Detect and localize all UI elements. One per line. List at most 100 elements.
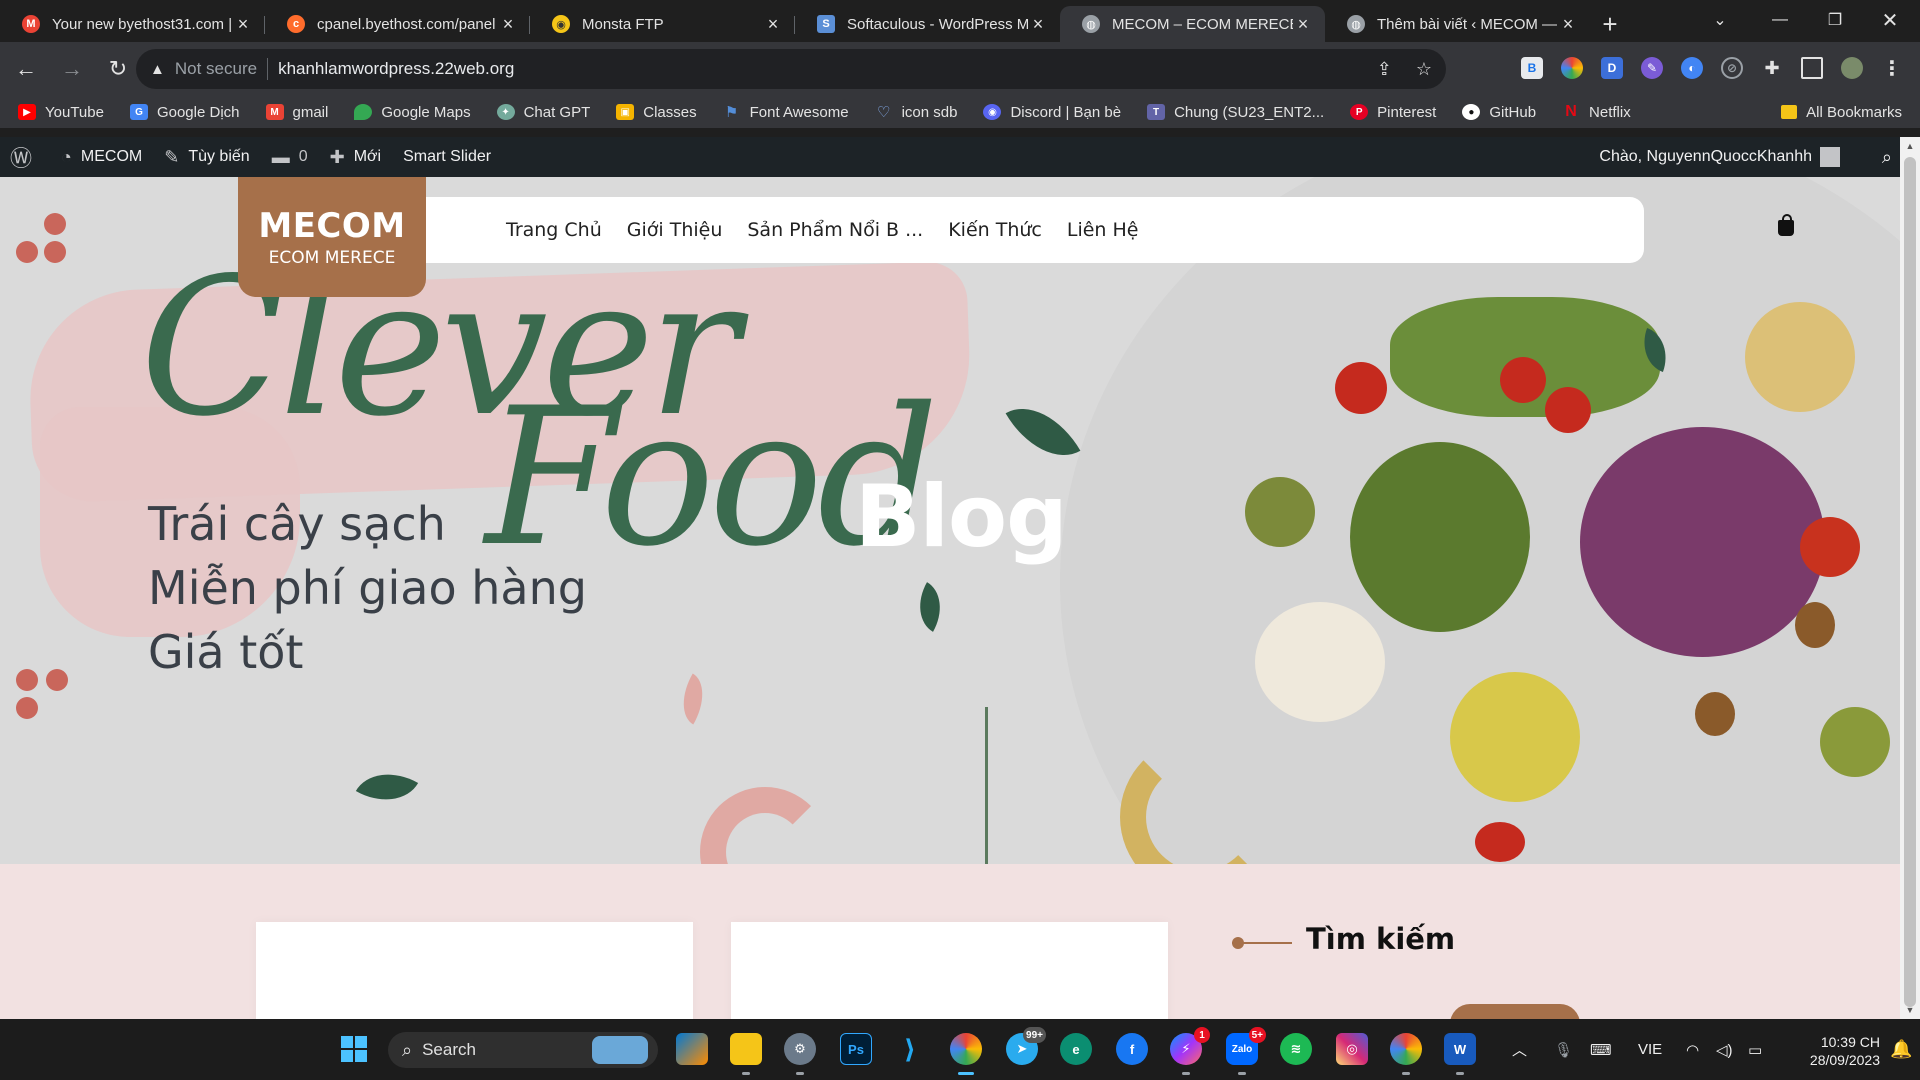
extension-b-icon[interactable]: B (1521, 57, 1543, 79)
bookmark-classes[interactable]: ▣ Classes (616, 104, 697, 121)
tab-mecom[interactable]: ◍ MECOM – ECOM MERECE × (1060, 6, 1325, 42)
bookmark-discord[interactable]: ◉ Discord | Bạn bè (983, 104, 1121, 121)
bookmark-netflix[interactable]: N Netflix (1562, 103, 1630, 121)
menu-icon[interactable]: ⋮ (1881, 57, 1903, 80)
volume-icon[interactable]: ◁) (1716, 1019, 1733, 1080)
nav-san-pham[interactable]: Sản Phẩm Nổi B ... (747, 219, 923, 241)
close-icon[interactable]: × (1293, 14, 1313, 35)
security-label[interactable]: Not secure (175, 59, 257, 79)
minimize-icon[interactable]: — (1750, 0, 1810, 40)
bookmark-github[interactable]: ● GitHub (1462, 104, 1536, 121)
keyboard-icon[interactable]: ⌨ (1590, 1019, 1612, 1080)
scroll-thumb[interactable] (1904, 157, 1916, 1007)
all-bookmarks[interactable]: All Bookmarks (1781, 96, 1902, 128)
copilot-icon[interactable] (676, 1033, 708, 1065)
site-logo[interactable]: MECOM ECOM MERECE (238, 177, 426, 297)
restore-icon[interactable]: ❐ (1805, 0, 1865, 40)
scroll-down-icon[interactable]: ▼ (1900, 1005, 1920, 1015)
clock-time: 10:39 CH (1820, 1034, 1880, 1050)
nav-lien-he[interactable]: Liên Hệ (1067, 219, 1139, 241)
microphone-icon[interactable]: 🎙 (1554, 1019, 1573, 1080)
extension-d-icon[interactable]: D (1601, 57, 1623, 79)
tab-monsta[interactable]: ◉ Monsta FTP × (530, 6, 795, 42)
close-icon[interactable]: × (763, 14, 783, 35)
vscode-icon[interactable]: ⟩ (894, 1033, 926, 1065)
tab-search-icon[interactable]: ⌄ (1690, 0, 1750, 40)
close-icon[interactable]: × (233, 14, 253, 35)
tab-softaculous[interactable]: S Softaculous - WordPress M × (795, 6, 1060, 42)
notification-icon[interactable]: 🔔 (1890, 1019, 1912, 1080)
back-icon[interactable]: ← (6, 49, 46, 89)
share-icon[interactable]: ⇪ (1377, 59, 1392, 80)
facebook-icon[interactable]: f (1116, 1033, 1148, 1065)
pen-icon[interactable]: ✎ (1641, 57, 1663, 79)
tab-cpanel[interactable]: c cpanel.byethost.com/panel × (265, 6, 530, 42)
zalo-icon[interactable]: Zalo 5+ (1226, 1027, 1266, 1075)
scroll-up-icon[interactable]: ▲ (1900, 141, 1920, 151)
bookmark-icon-sdb[interactable]: ♡ icon sdb (875, 104, 958, 122)
side-panel-icon[interactable] (1801, 57, 1823, 79)
search-icon[interactable]: ⌕ (1882, 147, 1892, 168)
wordpress-icon[interactable]: Ⓦ (10, 141, 41, 173)
taskbar-search[interactable]: ⌕ Search (388, 1032, 658, 1068)
bookmark-teams[interactable]: T Chung (SU23_ENT2... (1147, 104, 1324, 121)
tray-chevron-icon[interactable]: ︿ (1512, 1019, 1527, 1080)
wifi-icon[interactable]: ◠ (1686, 1019, 1699, 1080)
wp-site-menu[interactable]: ◔ MECOM (61, 147, 142, 168)
url-text[interactable]: khanhlamwordpress.22web.org (278, 59, 514, 79)
spotify-icon[interactable]: ≋ (1280, 1033, 1312, 1065)
bookmark-youtube[interactable]: ▶ YouTube (18, 104, 104, 121)
compass-icon[interactable]: ⊘ (1721, 57, 1743, 79)
close-icon[interactable]: × (498, 14, 518, 35)
nav-trang-chu[interactable]: Trang Chủ (506, 219, 602, 241)
telegram-icon[interactable]: ➤ 99+ (1006, 1027, 1046, 1065)
bookmark-google-maps[interactable]: Google Maps (354, 104, 471, 121)
tab-gmail[interactable]: M Your new byethost31.com | × (0, 6, 265, 42)
new-tab-button[interactable]: + (1590, 6, 1630, 42)
bookmark-font-awesome[interactable]: ⚑ Font Awesome (723, 103, 849, 122)
search-button[interactable] (1450, 1004, 1580, 1019)
clock[interactable]: 10:39 CH 28/09/2023 (1810, 1033, 1880, 1069)
settings-icon[interactable]: ⚙ (784, 1033, 816, 1075)
battery-icon[interactable]: ▭ (1748, 1019, 1762, 1080)
messenger-icon[interactable]: ⚡ 1 (1170, 1027, 1210, 1075)
instagram-icon[interactable]: ◎ (1336, 1033, 1368, 1065)
chrome-icon[interactable] (950, 1033, 982, 1075)
edge-icon[interactable]: e (1060, 1033, 1092, 1065)
profile-avatar[interactable] (1841, 57, 1863, 79)
warning-icon[interactable]: ▲ (150, 61, 165, 78)
extension-circle-icon[interactable]: ◐ (1681, 57, 1703, 79)
reload-icon[interactable]: ↻ (98, 49, 138, 89)
star-icon[interactable]: ☆ (1416, 59, 1432, 80)
nav-kien-thuc[interactable]: Kiến Thức (948, 219, 1042, 241)
file-explorer-icon[interactable] (730, 1033, 762, 1075)
wp-customize[interactable]: ✎ Tùy biến (164, 147, 249, 168)
wp-account[interactable]: Chào, NguyennQuoccKhanhh (1599, 147, 1840, 167)
bookmark-google-dich[interactable]: G Google Dịch (129, 104, 240, 121)
bookmark-label: Font Awesome (749, 103, 849, 121)
close-icon[interactable]: × (1558, 14, 1578, 35)
puzzle-icon[interactable]: ✚ (1761, 57, 1783, 79)
post-card[interactable] (731, 922, 1168, 1019)
tab-add-post[interactable]: ◍ Thêm bài viết ‹ MECOM — × (1325, 6, 1590, 42)
bookmark-pinterest[interactable]: P Pinterest (1350, 104, 1436, 121)
close-window-icon[interactable]: ✕ (1860, 0, 1920, 40)
wp-comments[interactable]: ▬ 0 (272, 147, 308, 168)
wp-new[interactable]: ✚ Mới (330, 147, 381, 168)
chrome-profile-icon[interactable] (1390, 1033, 1422, 1075)
close-icon[interactable]: × (1028, 14, 1048, 35)
bookmark-chatgpt[interactable]: ✦ Chat GPT (496, 104, 590, 121)
post-card[interactable] (256, 922, 693, 1019)
color-picker-icon[interactable] (1561, 57, 1583, 79)
nav-gioi-thieu[interactable]: Giới Thiệu (627, 219, 723, 241)
forward-icon[interactable]: → (52, 49, 92, 89)
address-bar[interactable]: ▲ Not secure khanhlamwordpress.22web.org… (136, 49, 1446, 89)
start-icon[interactable] (338, 1033, 370, 1065)
cart-icon[interactable] (1778, 214, 1794, 236)
word-icon[interactable]: W (1444, 1033, 1476, 1075)
page-scrollbar[interactable]: ▲ ▼ (1900, 137, 1920, 1019)
wp-smart-slider[interactable]: Smart Slider (403, 148, 491, 166)
language-indicator[interactable]: VIE (1638, 1019, 1662, 1080)
photoshop-icon[interactable]: Ps (840, 1033, 872, 1065)
bookmark-gmail[interactable]: Mgmail (265, 104, 328, 121)
